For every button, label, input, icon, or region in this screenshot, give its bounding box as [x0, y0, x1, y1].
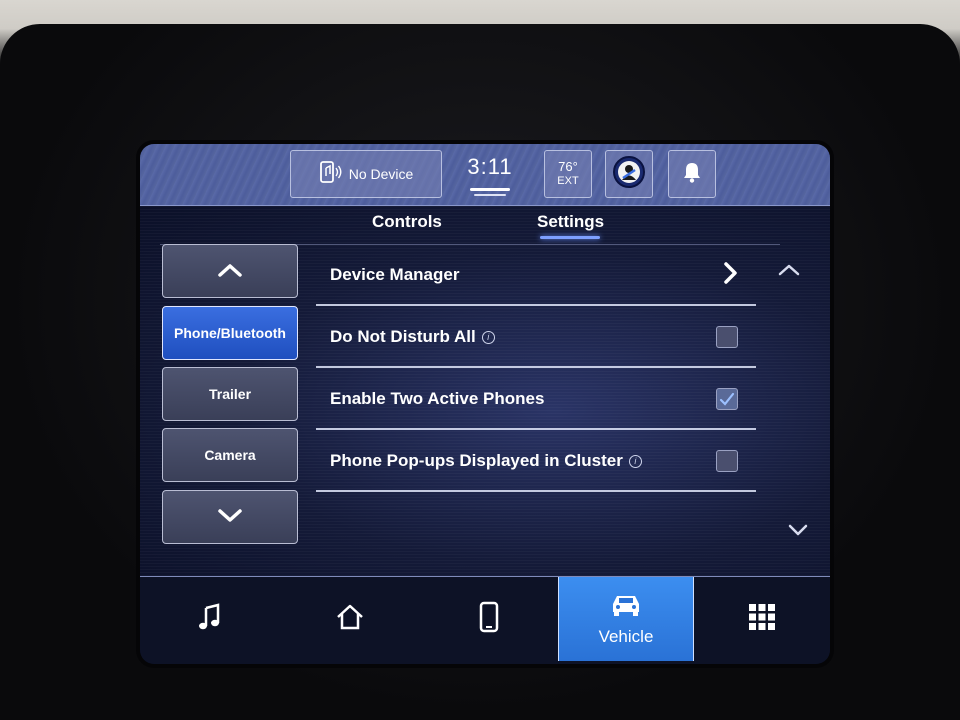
setting-row-device-manager[interactable]: Device Manager	[316, 246, 756, 306]
dock-media-button[interactable]	[140, 577, 280, 661]
driver-profile-button[interactable]	[605, 150, 653, 198]
dock-apps-button[interactable]	[694, 577, 830, 661]
car-icon	[609, 592, 643, 623]
nav-item-label: Camera	[204, 447, 256, 463]
setting-label: Do Not Disturb All	[330, 327, 476, 346]
setting-label-group: Do Not Disturb All i	[330, 327, 495, 347]
driver-icon	[612, 155, 646, 194]
active-tab-indicator	[540, 236, 600, 239]
dock-vehicle-label: Vehicle	[598, 626, 654, 646]
dock-home-button[interactable]	[280, 577, 420, 661]
list-scroll-down-icon[interactable]	[786, 522, 810, 543]
setting-row-phone-popups[interactable]: Phone Pop-ups Displayed in Cluster i	[316, 432, 756, 492]
dock-phone-button[interactable]	[420, 577, 558, 661]
nav-item-phone-bluetooth[interactable]: Phone/Bluetooth	[162, 306, 298, 360]
clock-underline	[470, 188, 510, 191]
music-note-icon	[198, 602, 222, 637]
info-icon[interactable]: i	[628, 454, 642, 468]
temperature-display[interactable]: 76° EXT	[544, 150, 592, 198]
notifications-button[interactable]	[668, 150, 716, 198]
list-scroll-up-icon[interactable]	[776, 262, 802, 283]
nav-scroll-down-button[interactable]	[162, 490, 298, 544]
status-bar: No Device 3:11 76° EXT	[140, 144, 830, 206]
setting-row-do-not-disturb[interactable]: Do Not Disturb All i	[316, 308, 756, 368]
nav-item-label: Trailer	[208, 386, 252, 402]
smartphone-icon	[479, 601, 499, 638]
info-icon[interactable]: i	[481, 330, 495, 344]
do-not-disturb-checkbox[interactable]	[716, 326, 738, 348]
setting-label: Enable Two Active Phones	[330, 389, 545, 408]
clock-underline-secondary	[474, 194, 506, 196]
setting-row-two-active-phones[interactable]: Enable Two Active Phones	[316, 370, 756, 430]
bell-icon	[681, 160, 703, 189]
infotainment-screen: No Device 3:11 76° EXT Controls Settings…	[140, 144, 830, 664]
phone-popups-checkbox[interactable]	[716, 450, 738, 472]
setting-label: Device Manager	[330, 265, 460, 284]
chevron-down-icon	[217, 508, 243, 527]
dock-vehicle-button[interactable]: Vehicle	[558, 577, 694, 661]
nav-item-camera[interactable]: Camera	[162, 428, 298, 482]
setting-label: Phone Pop-ups Displayed in Cluster	[330, 451, 623, 470]
temperature-value: 76°	[558, 159, 578, 174]
nav-item-label: Phone/Bluetooth	[174, 325, 286, 341]
device-status-button[interactable]: No Device	[290, 150, 442, 198]
tab-controls[interactable]: Controls	[372, 212, 442, 232]
bottom-dock: Vehicle	[140, 576, 830, 664]
setting-label-group: Phone Pop-ups Displayed in Cluster i	[330, 451, 642, 471]
nav-item-trailer[interactable]: Trailer	[162, 367, 298, 421]
tab-settings[interactable]: Settings	[537, 212, 604, 232]
device-status-label: No Device	[348, 166, 414, 182]
chevron-right-icon	[722, 261, 738, 290]
phone-audio-icon	[319, 160, 343, 189]
clock: 3:11	[467, 154, 513, 179]
home-icon	[335, 603, 365, 636]
main-content: Controls Settings Phone/Bluetooth Traile…	[140, 206, 830, 576]
two-active-phones-checkbox[interactable]	[716, 388, 738, 410]
tab-bar: Controls Settings	[140, 206, 830, 246]
chevron-up-icon	[217, 262, 243, 281]
temperature-unit: EXT	[557, 175, 579, 187]
apps-grid-icon	[748, 603, 776, 636]
nav-scroll-up-button[interactable]	[162, 244, 298, 298]
